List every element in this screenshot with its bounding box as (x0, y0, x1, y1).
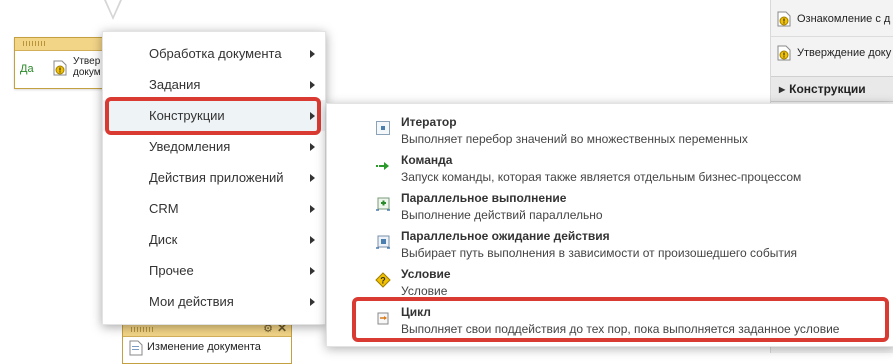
command-arrow-icon (376, 162, 389, 170)
menu-item-label: Действия приложений (149, 170, 284, 185)
submenu-item-description: Запуск команды, которая также является о… (401, 170, 802, 184)
submenu-item-parallel-wait[interactable]: Параллельное ожидание действия Выбирает … (327, 226, 893, 264)
toolbox-item-approval[interactable]: Утверждение доку (777, 42, 893, 64)
menu-item-label: Задания (149, 77, 201, 92)
chevron-right-icon (310, 235, 315, 244)
parallel-icon (376, 197, 390, 211)
menu-item-label: Мои действия (149, 294, 234, 309)
submenu-item-description: Условие (401, 284, 448, 298)
document-warning-icon (777, 11, 791, 27)
submenu-item-iterator[interactable]: Итератор Выполняет перебор значений во м… (327, 112, 893, 150)
document-edit-icon (129, 340, 143, 356)
submenu-item-title: Параллельное ожидание действия (401, 229, 610, 243)
chevron-right-icon (310, 142, 315, 151)
submenu-item-title: Параллельное выполнение (401, 191, 567, 205)
document-warning-icon (53, 60, 67, 76)
drag-grip-icon[interactable] (23, 41, 47, 46)
menu-item-label: Обработка документа (149, 46, 282, 61)
menu-item-label: CRM (149, 201, 179, 216)
toolbox-item-label: Утверждение доку (797, 47, 892, 59)
toolbox-item-review[interactable]: Ознакомление с д (777, 8, 893, 30)
block-title: Изменение документа (147, 341, 261, 353)
submenu-item-title: Команда (401, 153, 453, 167)
menu-item-other[interactable]: Прочее (103, 255, 325, 286)
chevron-right-icon (310, 266, 315, 275)
branch-yes-label: Да (20, 63, 34, 75)
menu-item-app-actions[interactable]: Действия приложений (103, 162, 325, 193)
chevron-right-icon (310, 173, 315, 182)
divider (771, 36, 893, 37)
change-document-activity-block[interactable]: ⚙ ✕ Изменение документа (122, 322, 292, 364)
menu-item-crm[interactable]: CRM (103, 193, 325, 224)
submenu-item-command[interactable]: Команда Запуск команды, которая также яв… (327, 150, 893, 188)
menu-item-label: Прочее (149, 263, 194, 278)
toolbox-section-constructions[interactable]: ▶ Конструкции (771, 76, 893, 102)
highlight-box-constructions (105, 97, 321, 135)
chevron-right-icon (310, 297, 315, 306)
menu-item-notifications[interactable]: Уведомления (103, 131, 325, 162)
menu-item-label: Диск (149, 232, 178, 247)
chevron-right-icon (310, 204, 315, 213)
iterator-icon (376, 121, 390, 135)
parallel-wait-icon (376, 235, 390, 249)
condition-icon: ? (375, 272, 391, 288)
submenu-item-title: Итератор (401, 115, 457, 129)
chevron-right-icon (310, 49, 315, 58)
menu-item-my-actions[interactable]: Мои действия (103, 286, 325, 317)
block-header[interactable] (15, 38, 115, 51)
menu-item-disk[interactable]: Диск (103, 224, 325, 255)
submenu-item-description: Выбирает путь выполнения в зависимости о… (401, 246, 798, 260)
block-header[interactable]: ⚙ ✕ (123, 322, 291, 337)
submenu-item-title: Условие (401, 267, 451, 281)
submenu-item-parallel[interactable]: Параллельное выполнение Выполнение дейст… (327, 188, 893, 226)
chevron-right-icon (310, 80, 315, 89)
submenu-item-description: Выполняет перебор значений во множествен… (401, 132, 748, 146)
submenu-item-description: Выполнение действий параллельно (401, 208, 603, 222)
menu-item-label: Уведомления (149, 139, 231, 154)
highlight-box-loop (352, 297, 889, 342)
drag-grip-icon[interactable] (131, 327, 155, 332)
approval-activity-block[interactable]: Да Утвер докум (14, 37, 116, 89)
context-menu: Обработка документа Задания Конструкции … (102, 31, 326, 325)
document-warning-icon (777, 45, 791, 61)
expand-arrow-icon: ▶ (779, 84, 786, 94)
connector-arrow-inner (106, 0, 120, 16)
section-title: Конструкции (789, 82, 866, 96)
toolbox-item-label: Ознакомление с д (797, 13, 891, 25)
menu-item-tasks[interactable]: Задания (103, 69, 325, 100)
svg-text:?: ? (380, 276, 386, 286)
menu-item-document-processing[interactable]: Обработка документа (103, 38, 325, 69)
